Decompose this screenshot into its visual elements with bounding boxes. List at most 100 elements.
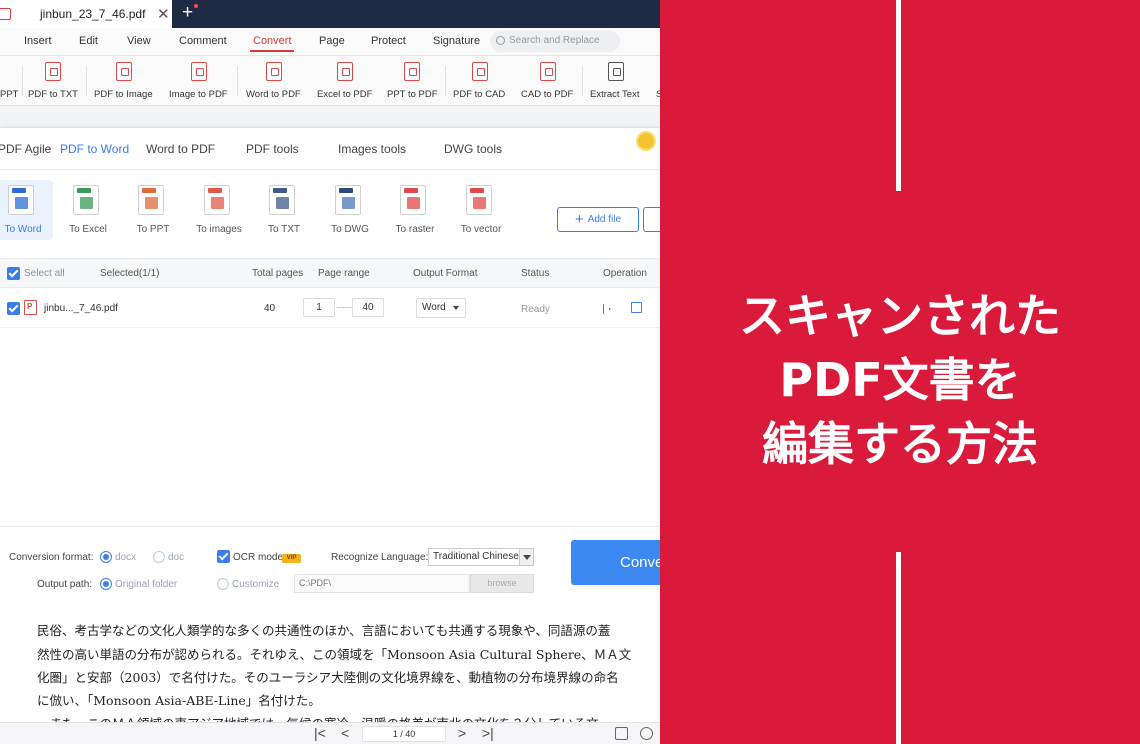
dialog-tab-dwg-tools[interactable]: DWG tools — [444, 142, 502, 156]
ribbon-pdf-to-cad[interactable]: PDF to CAD — [452, 56, 508, 106]
last-page-icon[interactable]: >| — [482, 725, 494, 741]
menu-page[interactable]: Page — [319, 35, 345, 47]
pdf-file-icon — [24, 300, 37, 315]
dialog-tab-word-to-pdf[interactable]: Word to PDF — [146, 142, 215, 156]
edit-icon[interactable] — [631, 302, 642, 313]
banner-bottom-line — [896, 552, 901, 744]
app-logo-icon — [0, 8, 11, 20]
conversion-options: Conversion format: docx doc OCR mode VIP… — [0, 526, 660, 621]
ribbon-excel-to-pdf[interactable]: Excel to PDF — [316, 56, 374, 106]
first-page-icon[interactable]: |< — [314, 725, 326, 741]
document-text-line: また、このＭＡ領域の東アジア地域では、気候の寒冷・温暖の格差が南北の文化を２分し… — [37, 713, 599, 722]
conversion-format-label: Conversion format: — [9, 552, 94, 563]
ppt-to-pdf-icon — [404, 62, 420, 81]
fit-page-icon[interactable] — [615, 727, 628, 740]
tab-bar: jinbun_23_7_46.pdf ✕ + — [0, 0, 660, 28]
original-folder-radio[interactable] — [100, 578, 112, 590]
recognize-language-select[interactable]: Traditional Chinese — [428, 548, 534, 566]
header-status: Status — [521, 268, 550, 279]
ribbon-word-to-pdf[interactable]: Word to PDF — [245, 56, 303, 106]
converter-to-word[interactable]: To Word — [0, 180, 53, 240]
txt-file-icon — [269, 185, 295, 215]
doc-radio[interactable] — [153, 551, 165, 563]
page-indicator[interactable]: 1 / 40 — [362, 726, 446, 742]
converter-to-ppt[interactable]: To PPT — [123, 180, 183, 240]
play-icon[interactable] — [603, 304, 611, 314]
range-separator — [337, 307, 353, 308]
user-avatar[interactable] — [636, 131, 656, 151]
rotate-icon[interactable] — [640, 727, 653, 740]
page-range-from-input[interactable]: 1 — [303, 298, 335, 317]
ribbon-separator — [237, 66, 238, 96]
banner-title-line: PDF文書を — [779, 353, 1021, 407]
next-page-icon[interactable]: > — [458, 725, 466, 741]
dialog-tab-pdf-tools[interactable]: PDF tools — [246, 142, 299, 156]
converter-to-raster[interactable]: To raster — [385, 180, 445, 240]
search-box[interactable]: Search and Replace — [490, 31, 620, 52]
menu-view[interactable]: View — [127, 35, 151, 47]
header-page-range: Page range — [318, 268, 370, 279]
dialog-tabs: PDF Agile PDF to Word Word to PDF PDF to… — [0, 128, 660, 170]
output-path-input[interactable]: C:\PDF\ — [294, 574, 470, 593]
row-status: Ready — [521, 304, 550, 315]
dialog-tab-pdf-to-word[interactable]: PDF to Word — [60, 142, 129, 156]
ribbon-separator — [582, 66, 583, 96]
vector-file-icon — [466, 185, 492, 215]
document-text-line: に倣い、「Monsoon Asia-ABE-Line」名付けた。 — [37, 693, 321, 708]
ribbon-separator — [445, 66, 446, 96]
document-tab[interactable]: jinbun_23_7_46.pdf ✕ — [0, 0, 172, 28]
converter-to-dwg[interactable]: To DWG — [320, 180, 380, 240]
new-tab-icon[interactable]: + — [182, 2, 193, 24]
header-output-format: Output Format — [413, 268, 478, 279]
output-format-select[interactable]: Word — [416, 298, 466, 318]
browse-button[interactable]: browse — [470, 574, 534, 593]
original-folder-label: Original folder — [115, 579, 178, 590]
ocr-mode-checkbox[interactable] — [217, 550, 230, 563]
previous-page-icon[interactable]: < — [341, 725, 349, 741]
add-file-button[interactable]: + Add file — [557, 207, 639, 232]
ribbon-pdf-to-txt[interactable]: PDF to TXT — [28, 56, 80, 106]
ribbon-extract-text[interactable]: Extract Text — [589, 56, 643, 106]
ribbon-ppt-to-pdf[interactable]: PPT to PDF — [386, 56, 438, 106]
converter-to-vector[interactable]: To vector — [451, 180, 511, 240]
converter-to-excel[interactable]: To Excel — [58, 180, 118, 240]
dialog-tab-images-tools[interactable]: Images tools — [338, 142, 406, 156]
menu-signature[interactable]: Signature — [433, 35, 480, 47]
menu-edit[interactable]: Edit — [79, 35, 98, 47]
document-tab-title: jinbun_23_7_46.pdf — [40, 7, 146, 21]
menu-comment[interactable]: Comment — [179, 35, 227, 47]
pdf-to-txt-icon — [45, 62, 61, 81]
converter-to-images[interactable]: To images — [189, 180, 249, 240]
add-folder-button[interactable] — [643, 207, 660, 232]
recognize-language-label: Recognize Language: — [331, 552, 429, 563]
ribbon-pdf-to-image[interactable]: PDF to Image — [93, 56, 155, 106]
notification-dot — [194, 4, 198, 8]
menu-insert[interactable]: Insert — [24, 35, 52, 47]
page-range-to-input[interactable]: 40 — [352, 298, 384, 317]
banner-title: スキャンされた PDF文書を 編集する方法 — [660, 284, 1140, 476]
dialog-tab-pdf-agile[interactable]: PDF Agile — [0, 142, 51, 156]
status-bar: |< < 1 / 40 > >| — [0, 722, 660, 744]
ribbon-pdf-to-ppt[interactable]: PPT — [0, 56, 18, 106]
convert-button[interactable]: Conve — [571, 540, 660, 585]
docx-radio[interactable] — [100, 551, 112, 563]
menu-convert[interactable]: Convert — [253, 35, 292, 47]
pdf-to-cad-icon — [472, 62, 488, 81]
ribbon-cad-to-pdf[interactable]: CAD to PDF — [520, 56, 576, 106]
excel-to-pdf-icon — [337, 62, 353, 81]
table-row: jinbu..._7_46.pdf 40 1 40 Word Ready — [0, 288, 660, 328]
converter-to-txt[interactable]: To TXT — [254, 180, 314, 240]
menu-protect[interactable]: Protect — [371, 35, 406, 47]
ribbon-separator — [22, 66, 23, 96]
close-tab-icon[interactable]: ✕ — [157, 5, 170, 23]
ribbon-image-to-pdf[interactable]: Image to PDF — [168, 56, 230, 106]
select-all-checkbox[interactable] — [7, 267, 20, 280]
ppt-file-icon — [138, 185, 164, 215]
selected-count: Selected(1/1) — [100, 268, 160, 279]
customize-label: Customize — [232, 579, 280, 590]
dwg-file-icon — [335, 185, 361, 215]
row-checkbox[interactable] — [7, 302, 20, 315]
docx-label: docx — [115, 552, 137, 563]
total-pages-value: 40 — [264, 303, 276, 314]
customize-radio[interactable] — [217, 578, 229, 590]
